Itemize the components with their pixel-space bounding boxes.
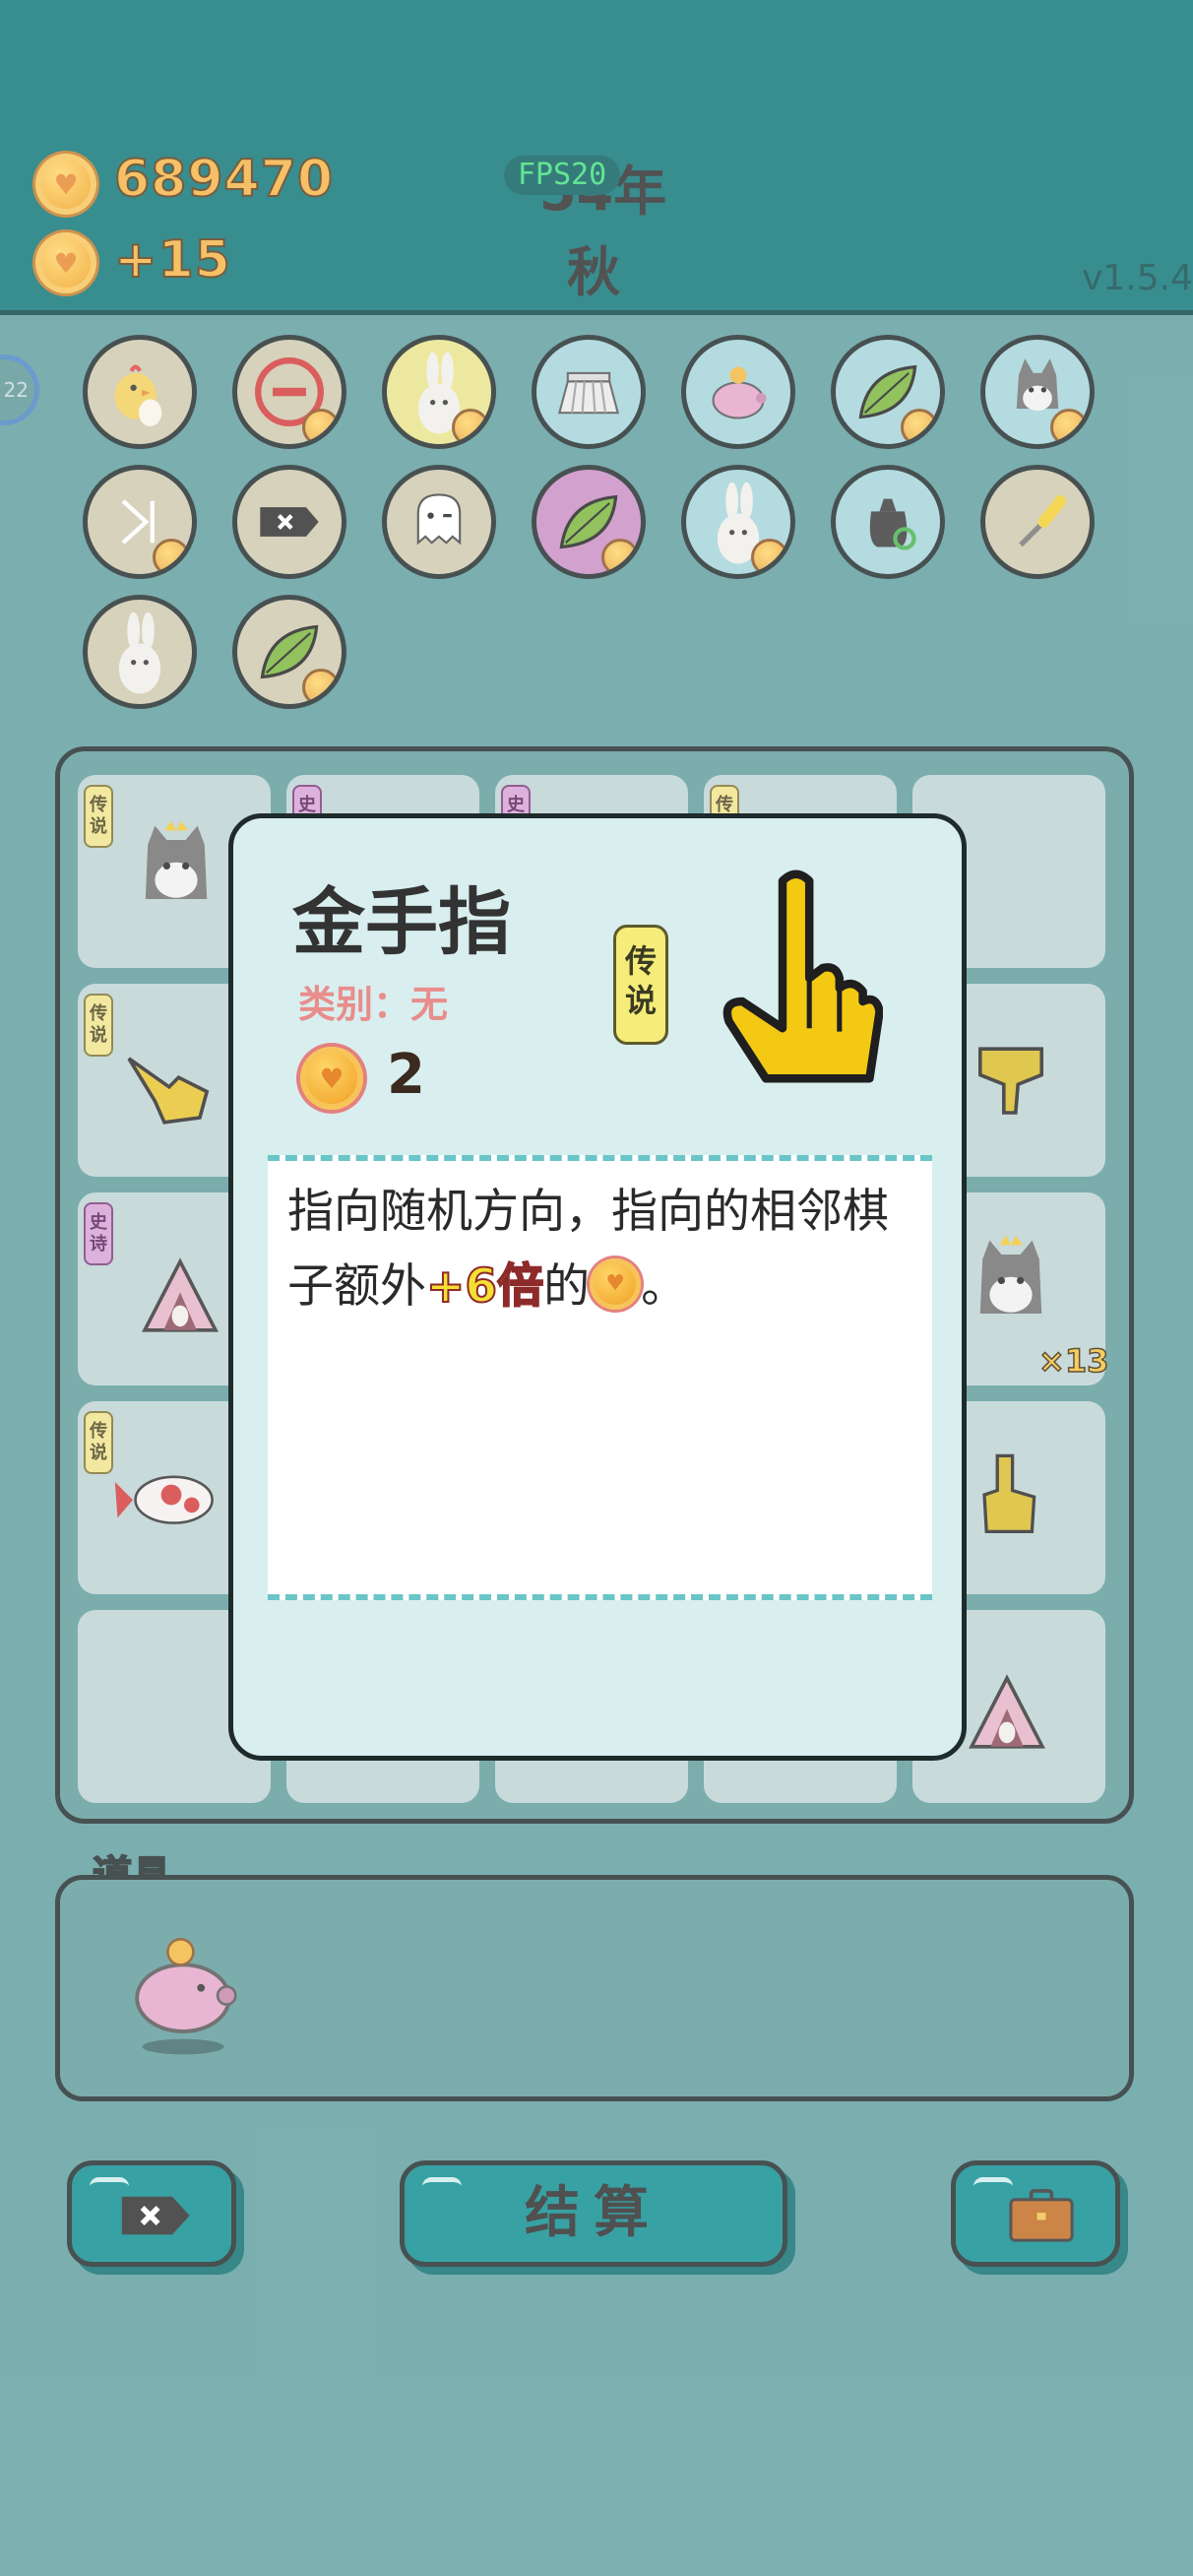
item-detail-popup[interactable]: 金手指 类别：无 传说 ♥ 2 指向随机方向，指向的相邻棋子额外+6倍的。 (228, 813, 967, 1761)
item-category: 类别：无 (298, 983, 449, 1026)
item-value: 2 (387, 1043, 425, 1107)
pointing-finger-icon (722, 869, 883, 1083)
description-highlight: +6倍 (425, 1258, 544, 1315)
item-description: 指向随机方向，指向的相邻棋子额外+6倍的。 (287, 1175, 917, 1324)
item-name: 金手指 (292, 880, 511, 965)
coin-icon (590, 1258, 642, 1310)
description-text: 。 (641, 1259, 688, 1314)
coin-icon: ♥ (300, 1047, 363, 1110)
description-box: 指向随机方向，指向的相邻棋子额外+6倍的。 (268, 1155, 932, 1600)
description-text: 的 (543, 1259, 591, 1314)
rarity-tag: 传说 (613, 925, 668, 1045)
